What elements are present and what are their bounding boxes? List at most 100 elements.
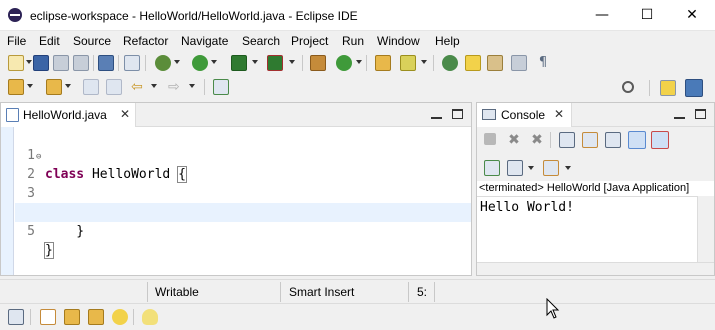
code-line-current: 5 } (15, 203, 471, 259)
menu-bar: File Edit Source Refactor Navigate Searc… (0, 31, 715, 51)
save-all-icon[interactable] (53, 55, 69, 71)
menu-refactor[interactable]: Refactor (123, 34, 168, 48)
open-task-dropdown-icon[interactable] (421, 60, 427, 64)
console-icon (482, 109, 496, 120)
next-annotation-icon[interactable] (8, 79, 24, 95)
maximize-icon[interactable] (452, 109, 463, 119)
open-perspective-icon[interactable] (40, 309, 56, 325)
minimize-icon[interactable] (674, 109, 685, 119)
minimize-button[interactable]: — (579, 0, 625, 30)
pin-icon[interactable] (124, 55, 140, 71)
new-java-package-icon[interactable] (310, 55, 326, 71)
close-icon[interactable]: ✕ (554, 107, 564, 121)
insert-mode-status: Smart Insert (289, 285, 355, 299)
menu-edit[interactable]: Edit (39, 34, 60, 48)
search-icon[interactable] (622, 81, 634, 93)
tutorial-icon[interactable] (64, 309, 80, 325)
menu-project[interactable]: Project (291, 34, 328, 48)
previous-annotation-icon[interactable] (46, 79, 62, 95)
java-perspective-icon[interactable] (685, 79, 703, 97)
display-console-icon[interactable] (507, 160, 523, 176)
debug-dropdown-icon[interactable] (174, 60, 180, 64)
new-dropdown-icon[interactable] (26, 60, 32, 64)
close-button[interactable]: ✕ (669, 0, 715, 30)
horizontal-scrollbar[interactable] (477, 262, 714, 275)
word-wrap-icon[interactable] (605, 132, 621, 148)
menu-file[interactable]: File (7, 34, 26, 48)
lightbulb-icon[interactable] (142, 309, 158, 325)
print-icon[interactable] (73, 55, 89, 71)
toolbar-separator (145, 55, 146, 71)
tab-helloworld-java[interactable]: HelloWorld.java ✕ (1, 103, 136, 128)
console-output[interactable]: Hello World! (477, 196, 697, 262)
maximize-icon[interactable] (695, 109, 706, 119)
new-java-class-icon[interactable] (336, 55, 352, 71)
new-icon[interactable] (8, 55, 24, 71)
toolbar-separator (366, 55, 367, 71)
external-tools-dropdown-icon[interactable] (289, 60, 295, 64)
open-type-icon[interactable] (375, 55, 391, 71)
pin-console-icon[interactable] (484, 160, 500, 176)
vertical-scrollbar[interactable] (697, 196, 714, 262)
remove-all-icon[interactable]: ✖ (529, 132, 545, 148)
back-icon[interactable]: ⇦ (131, 79, 147, 95)
back-dropdown-icon[interactable] (151, 84, 157, 88)
mark-occurrences-icon[interactable] (465, 55, 481, 71)
code-line: 3 System.out.println("Hello World!"); (15, 165, 471, 220)
menu-run[interactable]: Run (342, 34, 364, 48)
open-task-icon[interactable] (400, 55, 416, 71)
editor-tab-label: HelloWorld.java (23, 108, 107, 122)
tab-console[interactable]: Console ✕ (477, 103, 572, 128)
paragraph-icon[interactable]: ¶ (535, 55, 551, 71)
remove-launch-icon[interactable]: ✖ (506, 132, 522, 148)
line-number: 5 (27, 224, 35, 239)
previous-annotation-dropdown-icon[interactable] (65, 84, 71, 88)
clear-console-icon[interactable] (559, 132, 575, 148)
open-console-dropdown-icon[interactable] (565, 166, 571, 170)
terminate-icon[interactable] (484, 133, 496, 145)
coverage-dropdown-icon[interactable] (252, 60, 258, 64)
menu-navigate[interactable]: Navigate (181, 34, 228, 48)
menu-window[interactable]: Window (377, 34, 420, 48)
forward-icon[interactable]: ⇨ (168, 79, 184, 95)
toggle-breadcrumb-icon[interactable] (442, 55, 458, 71)
minimize-icon[interactable] (431, 109, 442, 119)
magic-wand-icon[interactable] (88, 309, 104, 325)
gutter (1, 127, 14, 275)
menu-search[interactable]: Search (242, 34, 280, 48)
code-line: 4 } (15, 184, 471, 239)
external-tools-icon[interactable] (267, 55, 283, 71)
scroll-lock-icon[interactable] (582, 132, 598, 148)
show-view-icon[interactable] (8, 309, 24, 325)
debug-icon[interactable] (155, 55, 171, 71)
menu-help[interactable]: Help (435, 34, 460, 48)
last-edit-icon[interactable] (83, 79, 99, 95)
coverage-icon[interactable] (231, 55, 247, 71)
open-perspective-icon[interactable] (660, 80, 676, 96)
open-console-icon[interactable] (543, 160, 559, 176)
code-line: 1 class HelloWorld { (15, 127, 471, 183)
last-edit-forward-icon[interactable] (106, 79, 122, 95)
code-editor[interactable]: 1 class HelloWorld { 2 ⊖ public static v… (1, 127, 471, 275)
new-java-class-dropdown-icon[interactable] (356, 60, 362, 64)
maximize-button[interactable]: ☐ (624, 0, 670, 30)
show-stdout-icon[interactable] (628, 131, 646, 149)
terminal-icon[interactable] (98, 55, 114, 71)
display-console-dropdown-icon[interactable] (528, 166, 534, 170)
close-icon[interactable]: ✕ (120, 107, 130, 121)
bottom-trim-bar (0, 303, 715, 330)
next-annotation-dropdown-icon[interactable] (27, 84, 33, 88)
show-stderr-icon[interactable] (651, 131, 669, 149)
smiley-icon[interactable] (112, 309, 128, 325)
menu-source[interactable]: Source (73, 34, 111, 48)
pin-editor-icon[interactable] (213, 79, 229, 95)
run-dropdown-icon[interactable] (211, 60, 217, 64)
save-icon[interactable] (33, 55, 49, 71)
forward-dropdown-icon[interactable] (189, 84, 195, 88)
launch-status: <terminated> HelloWorld [Java Applicatio… (479, 182, 690, 194)
toolbar-separator (118, 55, 119, 71)
show-whitespace-icon[interactable] (511, 55, 527, 71)
run-icon[interactable] (192, 55, 208, 71)
block-selection-icon[interactable] (487, 55, 503, 71)
title-bar: eclipse-workspace - HelloWorld/HelloWorl… (0, 0, 715, 31)
